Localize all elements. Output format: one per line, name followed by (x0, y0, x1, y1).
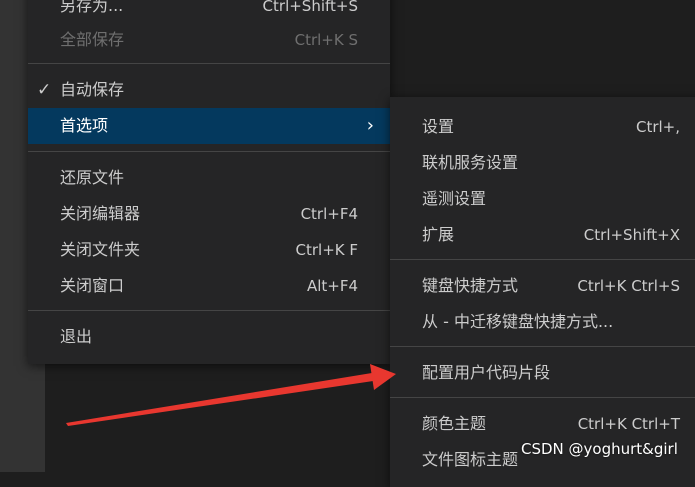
menu-item-shortcut: Ctrl+F4 (300, 205, 358, 223)
menu-item-preferences[interactable]: 首选项 › (28, 108, 390, 144)
preferences-submenu: 设置 Ctrl+, 联机服务设置 遥测设置 扩展 Ctrl+Shift+X 键盘… (390, 97, 695, 487)
menu-item-label: 关闭文件夹 (60, 240, 141, 259)
menu-item-shortcut: Ctrl+K F (295, 241, 359, 259)
watermark: CSDN @yoghurt&girl (521, 440, 678, 458)
menu-item-label: 文件图标主题 (422, 450, 519, 469)
menu-item-exit[interactable]: 退出 (28, 319, 390, 355)
menu-item-close-editor[interactable]: 关闭编辑器 Ctrl+F4 (28, 196, 390, 232)
menu-item-label: 配置用户代码片段 (422, 363, 551, 382)
menu-item-label: 从 - 中迁移键盘快捷方式... (422, 312, 614, 331)
menu-item-settings[interactable]: 设置 Ctrl+, (390, 109, 695, 145)
menu-item-migrate-keybindings[interactable]: 从 - 中迁移键盘快捷方式... (390, 304, 695, 340)
menu-item-save-as[interactable]: 另存为... Ctrl+Shift+S (28, 0, 390, 24)
menu-item-close-folder[interactable]: 关闭文件夹 Ctrl+K F (28, 232, 390, 268)
menu-item-label: 键盘快捷方式 (422, 276, 519, 295)
menu-separator (28, 63, 390, 64)
menu-separator (390, 259, 695, 260)
file-menu: 另存为... Ctrl+Shift+S 全部保存 Ctrl+K S ✓ 自动保存… (28, 0, 390, 364)
menu-item-keyboard-shortcuts[interactable]: 键盘快捷方式 Ctrl+K Ctrl+S (390, 268, 695, 304)
menu-separator (390, 397, 695, 398)
menu-item-shortcut: Alt+F4 (306, 277, 358, 295)
menu-item-label: 颜色主题 (422, 414, 487, 433)
menu-item-save-all[interactable]: 全部保存 Ctrl+K S (28, 22, 390, 58)
menu-item-auto-save[interactable]: ✓ 自动保存 (28, 72, 390, 108)
menu-item-shortcut: Ctrl+, (635, 118, 680, 136)
menu-item-label: 全部保存 (60, 30, 125, 49)
menu-item-label: 扩展 (422, 225, 455, 244)
menu-item-online-services-settings[interactable]: 联机服务设置 (390, 145, 695, 181)
menu-separator (28, 151, 390, 152)
menu-item-telemetry-settings[interactable]: 遥测设置 (390, 181, 695, 217)
menu-item-label: 关闭窗口 (60, 276, 125, 295)
menu-item-configure-user-snippets[interactable]: 配置用户代码片段 (390, 355, 695, 391)
menu-item-shortcut: Ctrl+Shift+X (583, 226, 680, 244)
menu-item-label: 自动保存 (60, 80, 125, 99)
checkmark-icon: ✓ (37, 80, 52, 100)
menu-item-label: 还原文件 (60, 168, 125, 187)
menu-item-shortcut: Ctrl+K S (294, 31, 358, 49)
menu-item-label: 遥测设置 (422, 189, 487, 208)
menu-item-extensions[interactable]: 扩展 Ctrl+Shift+X (390, 217, 695, 253)
menu-item-shortcut: Ctrl+K Ctrl+T (577, 415, 680, 433)
menu-item-close-window[interactable]: 关闭窗口 Alt+F4 (28, 268, 390, 304)
menu-item-label: 另存为... (60, 0, 124, 15)
menu-item-revert-file[interactable]: 还原文件 (28, 160, 390, 196)
menu-item-label: 设置 (422, 117, 455, 136)
menu-item-label: 关闭编辑器 (60, 204, 141, 223)
chevron-right-icon: › (366, 115, 374, 136)
menu-separator (390, 346, 695, 347)
menu-item-label: 首选项 (60, 116, 109, 135)
menu-separator (28, 310, 390, 311)
menu-item-shortcut: Ctrl+Shift+S (262, 0, 358, 15)
menu-item-label: 联机服务设置 (422, 153, 519, 172)
menu-item-label: 退出 (60, 327, 93, 346)
menu-item-color-theme[interactable]: 颜色主题 Ctrl+K Ctrl+T (390, 406, 695, 442)
menu-item-shortcut: Ctrl+K Ctrl+S (577, 277, 680, 295)
